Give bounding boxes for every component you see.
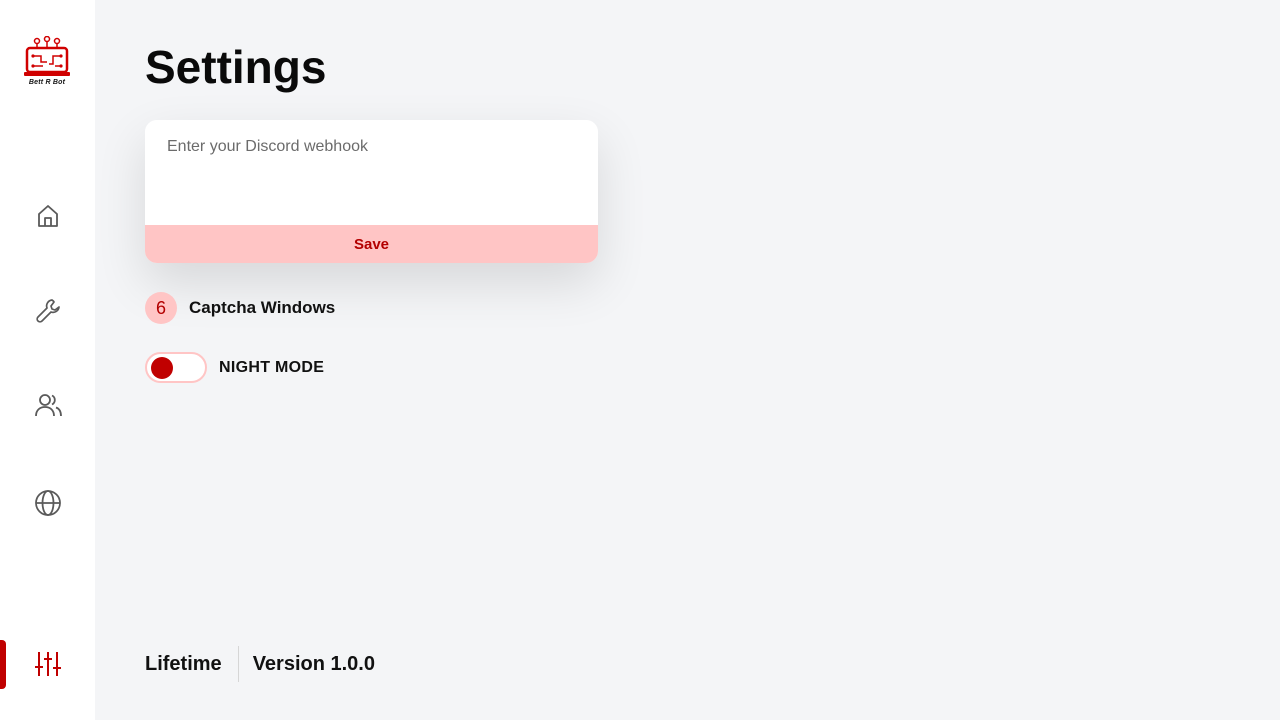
robot-chip-icon (24, 35, 70, 76)
users-icon (35, 394, 62, 417)
page-title: Settings (145, 41, 327, 93)
wrench-icon (36, 299, 60, 323)
captcha-windows-setting: 6 Captcha Windows (145, 292, 335, 324)
globe-icon (35, 490, 61, 516)
captcha-count-badge[interactable]: 6 (145, 292, 177, 324)
night-mode-toggle[interactable] (145, 352, 207, 383)
sidebar-item-proxies[interactable] (27, 482, 69, 524)
sidebar-item-tools[interactable] (27, 290, 69, 332)
app-logo: Bett R Bot (22, 35, 72, 90)
footer-divider (237, 646, 239, 682)
sidebar: Bett R Bot (0, 0, 95, 720)
sidebar-item-users[interactable] (27, 384, 69, 426)
logo-text: Bett R Bot (28, 79, 66, 86)
footer: Lifetime Version 1.0.0 (145, 646, 375, 682)
sliders-icon (35, 652, 61, 676)
license-plan: Lifetime (145, 652, 222, 675)
captcha-windows-label: Captcha Windows (189, 298, 336, 317)
home-icon (38, 205, 58, 227)
toggle-knob (151, 357, 173, 379)
night-mode-setting: NIGHT MODE (145, 352, 324, 383)
active-nav-indicator (0, 640, 6, 689)
webhook-card: Save (145, 120, 598, 263)
sidebar-item-home[interactable] (27, 195, 69, 237)
night-mode-label: NIGHT MODE (219, 358, 325, 376)
app-version: Version 1.0.0 (252, 652, 375, 675)
save-button[interactable]: Save (145, 225, 598, 263)
sidebar-item-settings[interactable] (27, 643, 69, 685)
discord-webhook-input[interactable] (145, 120, 598, 225)
